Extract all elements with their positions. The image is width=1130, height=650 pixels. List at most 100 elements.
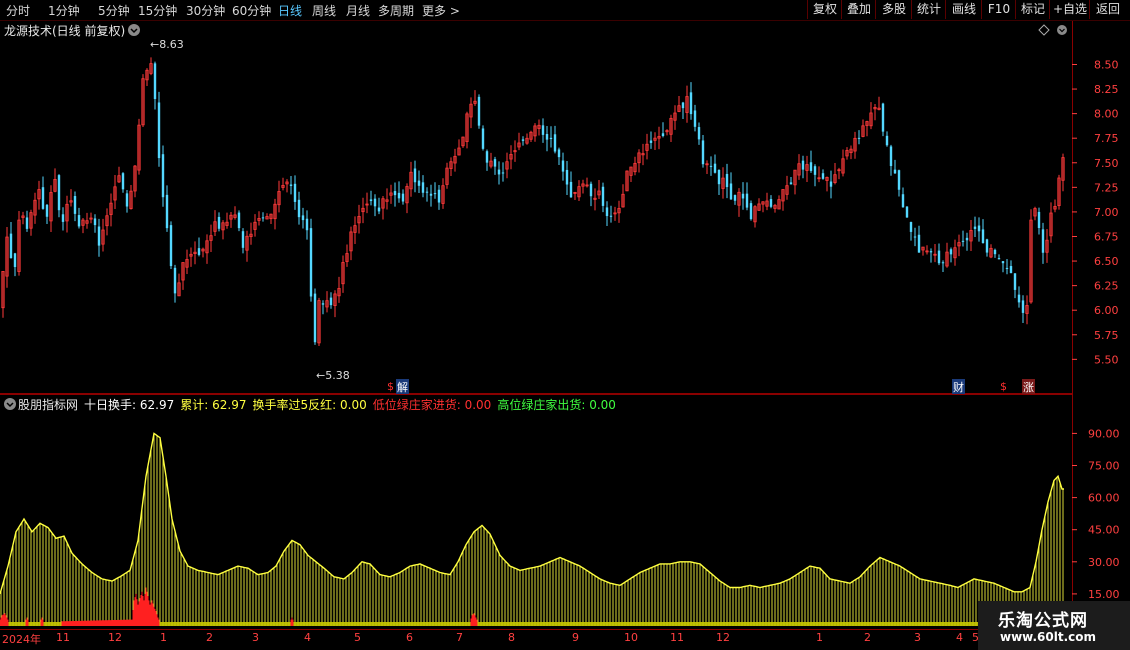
- candle: [897, 169, 901, 197]
- candle: [521, 136, 525, 146]
- mark-button[interactable]: 标记: [1015, 0, 1050, 19]
- candle: [97, 218, 101, 257]
- candle-body: [25, 217, 29, 229]
- candle: [541, 118, 545, 143]
- candle: [789, 177, 793, 185]
- candle-body: [61, 214, 65, 222]
- period-tab-30min[interactable]: 30分钟: [186, 2, 225, 19]
- period-tab-15min[interactable]: 15分钟: [138, 2, 177, 19]
- x-tick-label: 10: [624, 631, 638, 644]
- candle: [149, 57, 153, 76]
- overlay-button[interactable]: 叠加: [841, 0, 876, 19]
- candle-body: [309, 228, 313, 297]
- candle: [489, 152, 493, 169]
- rise-marker[interactable]: 涨: [1022, 379, 1035, 395]
- candle: [453, 148, 457, 172]
- multi-stock-button[interactable]: 多股: [875, 0, 912, 19]
- period-tab-multi[interactable]: 多周期: [378, 2, 414, 19]
- candle-body: [485, 151, 489, 163]
- candle: [381, 195, 385, 220]
- period-tab-fenshi[interactable]: 分时: [6, 2, 30, 19]
- f10-button[interactable]: F10: [981, 0, 1016, 19]
- period-tab-daily[interactable]: 日线: [278, 2, 302, 19]
- period-tab-1min[interactable]: 1分钟: [48, 2, 80, 19]
- dollar-marker[interactable]: $: [387, 380, 394, 393]
- candle-body: [437, 189, 441, 203]
- turnover-indicator-chart: 15.00 30.00 45.00 60.00 75.00 90.00: [0, 427, 1120, 626]
- unlock-marker[interactable]: 解: [396, 379, 409, 395]
- candle: [397, 181, 401, 203]
- candle: [121, 172, 125, 193]
- candle: [665, 129, 669, 136]
- candle-body: [565, 169, 569, 185]
- candle-body: [713, 163, 717, 173]
- watermark-title: 乐淘公式网: [998, 611, 1088, 631]
- candle: [393, 182, 397, 207]
- candle-body: [649, 140, 653, 143]
- candle: [141, 74, 145, 127]
- period-tab-more[interactable]: 更多 >: [422, 2, 460, 19]
- x-tick-label: 9: [572, 631, 579, 644]
- add-watchlist-button[interactable]: +自选: [1049, 0, 1090, 19]
- candle: [957, 234, 961, 257]
- candle: [629, 166, 633, 183]
- candle: [29, 209, 33, 236]
- candle: [493, 156, 497, 175]
- y-tick-label: 30.00: [1088, 556, 1120, 569]
- period-tab-monthly[interactable]: 月线: [346, 2, 370, 19]
- draw-line-button[interactable]: 画线: [945, 0, 982, 19]
- candle: [425, 187, 429, 202]
- period-tab-60min[interactable]: 60分钟: [232, 2, 271, 19]
- candle: [681, 101, 685, 120]
- candle: [365, 192, 369, 214]
- candle: [249, 222, 253, 245]
- candle: [361, 197, 365, 224]
- stats-button[interactable]: 统计: [911, 0, 946, 19]
- candle: [609, 205, 613, 223]
- candle-body: [681, 102, 685, 109]
- candle: [769, 195, 773, 209]
- x-tick-label: 11: [670, 631, 684, 644]
- candle-body: [909, 222, 913, 232]
- dollar-marker-2[interactable]: $: [1000, 380, 1007, 393]
- candle-body: [949, 249, 953, 255]
- candle-body: [121, 173, 125, 190]
- candle-body: [661, 133, 665, 137]
- candle: [177, 273, 181, 297]
- site-watermark: 乐淘公式网 www.60lt.com: [978, 601, 1130, 650]
- candle: [469, 97, 473, 129]
- candle: [285, 179, 289, 193]
- finance-marker[interactable]: 财: [952, 379, 965, 395]
- candle: [1045, 229, 1049, 263]
- candle: [345, 244, 349, 267]
- candle: [1033, 206, 1037, 221]
- candle-body: [545, 133, 549, 140]
- candle: [261, 212, 265, 222]
- candle: [1061, 153, 1065, 192]
- candle: [721, 167, 725, 199]
- candle-body: [97, 226, 101, 246]
- candle-body: [769, 199, 773, 207]
- candle: [21, 211, 25, 225]
- candle: [885, 131, 889, 147]
- candle: [701, 134, 705, 168]
- candle: [193, 241, 197, 265]
- candle: [601, 182, 605, 213]
- candle: [757, 198, 761, 211]
- candle: [645, 133, 649, 160]
- candle: [497, 161, 501, 185]
- candle: [17, 211, 21, 276]
- candle: [117, 166, 121, 183]
- adjust-button[interactable]: 复权: [807, 0, 842, 19]
- candle: [689, 82, 693, 120]
- candle: [209, 224, 213, 253]
- back-button[interactable]: 返回: [1089, 0, 1126, 19]
- candle-body: [421, 182, 425, 193]
- candle: [449, 157, 453, 177]
- candle: [81, 218, 85, 234]
- candle: [301, 207, 305, 229]
- period-tab-weekly[interactable]: 周线: [312, 2, 336, 19]
- candle: [113, 175, 117, 209]
- period-tab-5min[interactable]: 5分钟: [98, 2, 130, 19]
- candle: [417, 170, 421, 194]
